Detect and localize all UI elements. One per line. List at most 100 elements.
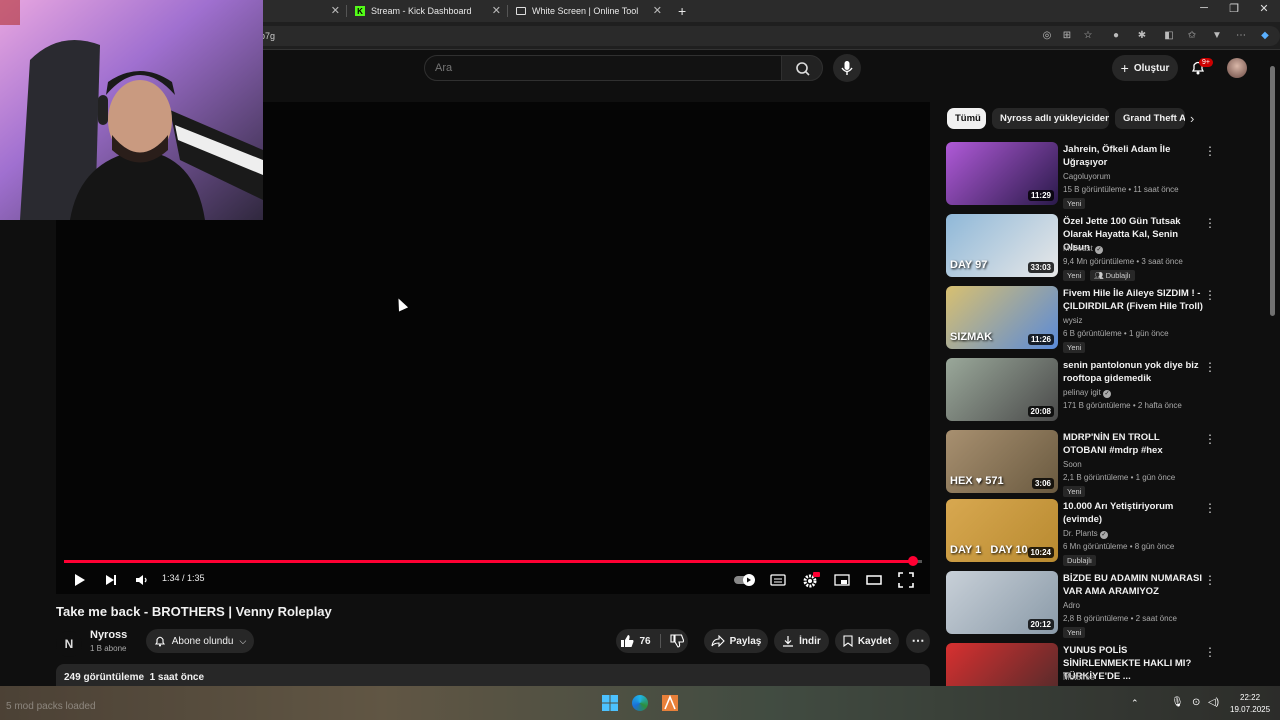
recommendation-channel[interactable]: Dr. Plants ✓	[1063, 529, 1108, 539]
video-thumbnail[interactable]: HEX ♥ 571 3:06	[946, 430, 1058, 493]
split-screen-icon[interactable]: ◧	[1162, 29, 1176, 43]
edge-browser-icon[interactable]	[632, 695, 648, 711]
channel-name[interactable]: Nyross	[90, 629, 127, 641]
favorite-star-icon[interactable]: ☆	[1081, 29, 1095, 43]
video-thumbnail[interactable]: 20:12	[946, 571, 1058, 634]
recommendation-title[interactable]: MDRP'NİN EN TROLL OTOBANI #mdrp #hex	[1063, 431, 1203, 457]
recommendation-channel[interactable]: Adro	[1063, 601, 1080, 610]
video-thumbnail[interactable]: DAY 97 33:03	[946, 214, 1058, 277]
user-avatar[interactable]	[1227, 58, 1247, 78]
chip-gta[interactable]: Grand Theft A	[1115, 108, 1185, 129]
video-thumbnail[interactable]: DAY 1 DAY 10 10:24	[946, 499, 1058, 562]
more-vertical-icon[interactable]: ⋮	[1204, 432, 1216, 446]
more-actions-button[interactable]: ⋯	[906, 629, 930, 653]
apps-icon[interactable]: ⊞	[1060, 29, 1074, 43]
settings-button[interactable]	[802, 572, 820, 588]
recommendation-channel[interactable]: Motofree	[1063, 673, 1095, 682]
chip-uploader[interactable]: Nyross adlı yükleyiciden	[992, 108, 1109, 129]
app-icon[interactable]	[662, 694, 678, 711]
chip-all[interactable]: Tümü	[947, 108, 986, 129]
recommendation-item[interactable]: HEX ♥ 571 3:06 MDRP'NİN EN TROLL OTOBANI #…	[946, 430, 1276, 497]
fullscreen-button[interactable]	[898, 572, 914, 588]
more-vertical-icon[interactable]: ⋮	[1204, 573, 1216, 587]
like-button[interactable]: 76	[620, 634, 651, 648]
theater-mode-button[interactable]	[866, 572, 882, 588]
recommendation-item[interactable]: DAY 1 DAY 10 10:24 10.000 Arı Yetiştiriyor…	[946, 499, 1276, 566]
more-vertical-icon[interactable]: ⋮	[1204, 216, 1216, 230]
copilot-icon[interactable]: ◆	[1258, 29, 1272, 43]
play-button[interactable]	[72, 572, 86, 588]
network-icon[interactable]: ⊙	[1192, 697, 1200, 708]
recommendation-channel[interactable]: wysiz	[1063, 316, 1083, 325]
video-thumbnail[interactable]: SIZMAK 11:26	[946, 286, 1058, 349]
search-input[interactable]	[424, 55, 782, 81]
scrollbar-thumb[interactable]	[1270, 66, 1275, 316]
duration-badge: 11:26	[1027, 334, 1054, 345]
recommendation-item[interactable]: 11:29 Jahrein, Öfkeli Adam İle Uğraşıyor C…	[946, 142, 1276, 209]
subscribe-button[interactable]: Abone olundu ⌵	[146, 629, 254, 653]
subtitles-button[interactable]	[770, 572, 786, 588]
puzzle-icon[interactable]: ✱	[1135, 29, 1149, 43]
microphone-tray-icon[interactable]: 🎙︎	[1171, 697, 1184, 708]
chevron-right-icon[interactable]: ›	[1190, 111, 1194, 126]
recommendation-channel[interactable]: Soon	[1063, 460, 1082, 469]
more-vertical-icon[interactable]: ⋮	[1204, 645, 1216, 659]
progress-bar[interactable]	[64, 556, 922, 566]
search-button[interactable]	[781, 55, 823, 81]
download-button[interactable]: İndir	[774, 629, 829, 653]
miniplayer-button[interactable]	[834, 572, 850, 588]
create-button[interactable]: + Oluştur	[1112, 55, 1178, 81]
clock-time[interactable]: 22:22	[1240, 693, 1260, 702]
translate-icon[interactable]: ◎	[1040, 29, 1054, 43]
save-button[interactable]: Kaydet	[835, 629, 899, 653]
favorites-icon[interactable]: ✩	[1185, 29, 1199, 43]
video-thumbnail[interactable]: 20:08	[946, 358, 1058, 421]
tab-youtube[interactable]: ✕	[266, 0, 346, 22]
tray-chevron-up-icon[interactable]: ⌃	[1131, 698, 1139, 709]
more-vertical-icon[interactable]: ⋮	[1204, 288, 1216, 302]
close-tab-icon[interactable]: ✕	[331, 4, 340, 17]
recommendation-channel[interactable]: pelinay igit ✓	[1063, 388, 1112, 398]
more-options-icon[interactable]: ⋯	[1234, 29, 1248, 43]
views-and-date: 249 görüntüleme 1 saat önce	[64, 672, 205, 683]
voice-search-button[interactable]	[833, 54, 861, 82]
volume-button[interactable]	[134, 572, 148, 588]
more-vertical-icon[interactable]: ⋮	[1204, 144, 1216, 158]
close-tab-icon[interactable]: ✕	[653, 4, 662, 17]
tab-white-screen[interactable]: White Screen | Online Tool ✕	[508, 0, 668, 22]
url-field[interactable]: p7g	[250, 26, 1280, 46]
speaker-icon[interactable]: ◁)	[1208, 697, 1219, 708]
more-vertical-icon[interactable]: ⋮	[1204, 360, 1216, 374]
close-window-icon[interactable]: ✕	[1256, 2, 1272, 15]
extension-icon[interactable]: ●	[1109, 29, 1123, 43]
maximize-icon[interactable]: ❐	[1226, 2, 1242, 15]
new-tab-button[interactable]: +	[670, 0, 690, 22]
close-tab-icon[interactable]: ✕	[492, 4, 501, 17]
recommendation-channel[interactable]: Cagoluyorum	[1063, 172, 1111, 181]
duration-badge: 3:06	[1031, 478, 1054, 489]
autoplay-toggle[interactable]	[733, 572, 757, 588]
recommendation-title[interactable]: Jahrein, Öfkeli Adam İle Uğraşıyor	[1063, 143, 1203, 169]
download-label: İndir	[799, 635, 821, 647]
shield-icon[interactable]: ▼	[1210, 29, 1224, 43]
recommendation-title[interactable]: senin pantolonun yok diye biz rooftopa g…	[1063, 359, 1203, 385]
recommendation-item[interactable]: 20:12 BİZDE BU ADAMIN NUMARASI VAR AMA AR…	[946, 571, 1276, 638]
tab-kick-dashboard[interactable]: K Stream - Kick Dashboard ✕	[347, 0, 507, 22]
clock-date[interactable]: 19.07.2025	[1230, 705, 1270, 714]
windows-start-icon[interactable]	[602, 695, 618, 711]
video-thumbnail[interactable]: 11:29	[946, 142, 1058, 205]
share-button[interactable]: Paylaş	[704, 629, 768, 653]
minimize-icon[interactable]: ─	[1196, 2, 1212, 14]
more-vertical-icon[interactable]: ⋮	[1204, 501, 1216, 515]
thumbs-down-icon[interactable]	[670, 634, 684, 648]
recommendation-title[interactable]: Fivem Hile İle Aileye SIZDIM ! - ÇILDIRD…	[1063, 287, 1203, 313]
recommendation-item[interactable]: SIZMAK 11:26 Fivem Hile İle Aileye SIZDIM …	[946, 286, 1276, 353]
next-button[interactable]	[104, 572, 118, 588]
recommendation-title[interactable]: BİZDE BU ADAMIN NUMARASI VAR AMA ARAMIYO…	[1063, 572, 1203, 598]
recommendation-item[interactable]: 20:08 senin pantolonun yok diye biz rooft…	[946, 358, 1276, 424]
recommendation-item[interactable]: DAY 97 33:03 Özel Jette 100 Gün Tutsak Ola…	[946, 214, 1276, 281]
recommendation-title[interactable]: 10.000 Arı Yetiştiriyorum (evimde)	[1063, 500, 1203, 526]
recommendation-channel[interactable]: MrBeast ✓	[1063, 244, 1104, 254]
progress-scrubber[interactable]	[907, 556, 918, 566]
channel-avatar[interactable]: N	[56, 631, 82, 657]
